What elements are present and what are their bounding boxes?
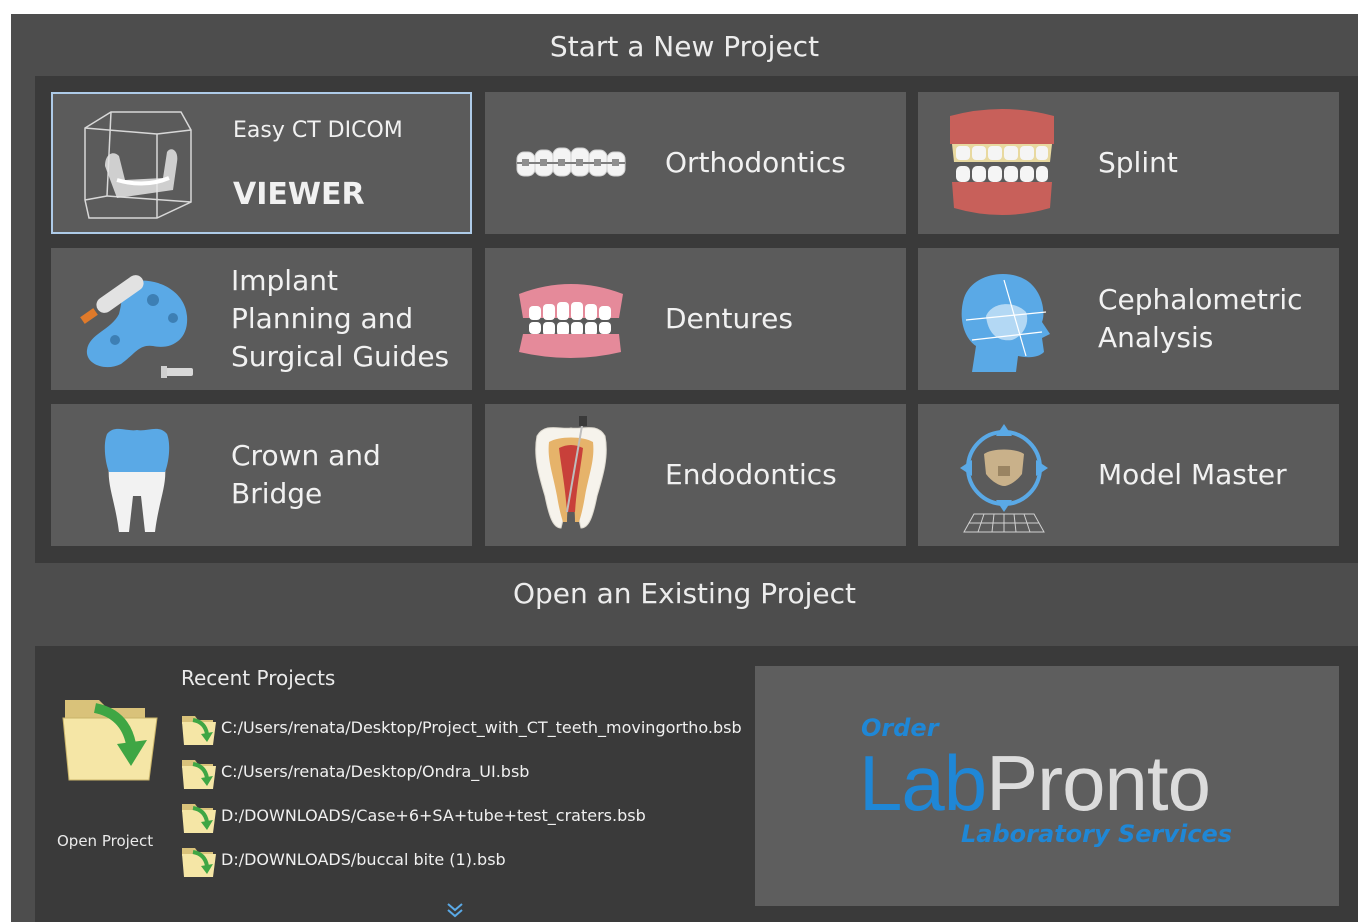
banner-tagline: Laboratory Services (961, 820, 1233, 848)
new-project-tiles: Easy CT DICOM VIEWER Orthodontics Splint… (35, 76, 1358, 563)
endo-tooth-icon (535, 416, 607, 529)
tile-endodontics[interactable]: Endodontics (485, 404, 906, 546)
tile-model-master[interactable]: Model Master (918, 404, 1339, 546)
tile-label: Model Master (1098, 458, 1287, 491)
recent-project-path: D:/DOWNLOADS/Case+6+SA+tube+test_craters… (221, 806, 646, 825)
tile-cephalometric-analysis[interactable]: Cephalometric Analysis (918, 248, 1339, 390)
tile-crown-and-bridge[interactable]: Crown and Bridge (51, 404, 472, 546)
tile-label: Easy CT DICOM VIEWER (233, 118, 403, 212)
dentures-icon (519, 284, 623, 358)
tile-easy-ct-dicom-viewer[interactable]: Easy CT DICOM VIEWER (51, 92, 472, 234)
crown-tooth-icon (104, 428, 170, 532)
tile-label: Crown and Bridge (231, 439, 381, 510)
folder-icon (182, 804, 216, 833)
folder-icon (182, 716, 216, 745)
tile-label: Implant Planning and Surgical Guides (231, 264, 450, 373)
labpronto-banner[interactable]: Order LabPronto Laboratory Services (755, 666, 1339, 906)
splint-jaw-icon (950, 109, 1054, 215)
folder-icon (182, 848, 216, 877)
tile-orthodontics[interactable]: Orthodontics (485, 92, 906, 234)
chevron-down-icon[interactable] (445, 902, 465, 918)
recent-project-path: D:/DOWNLOADS/buccal bite (1).bsb (221, 850, 506, 869)
ct-cube-icon (84, 111, 192, 219)
tile-label: Endodontics (665, 458, 837, 491)
model-master-icon (960, 424, 1048, 533)
tile-label: Dentures (665, 302, 793, 335)
tile-label: Cephalometric Analysis (1098, 283, 1303, 354)
labpronto-logo: LabPronto (859, 739, 1211, 827)
tile-splint[interactable]: Splint (918, 92, 1339, 234)
folder-icon (182, 760, 216, 789)
recent-project-path: C:/Users/renata/Desktop/Ondra_UI.bsb (221, 762, 530, 781)
new-project-title: Start a New Project (549, 30, 820, 63)
recent-projects-title: Recent Projects (181, 666, 336, 690)
open-project-button[interactable]: Open Project (49, 686, 169, 866)
tile-implant-planning[interactable]: Implant Planning and Surgical Guides (51, 248, 472, 390)
tile-dentures[interactable]: Dentures (485, 248, 906, 390)
folder-open-icon (62, 700, 158, 781)
recent-project-path: C:/Users/renata/Desktop/Project_with_CT_… (221, 718, 742, 737)
tile-label: Splint (1098, 146, 1178, 179)
braces-icon (516, 147, 626, 177)
implant-guide-icon (80, 275, 193, 378)
open-project-title: Open an Existing Project (512, 577, 857, 610)
open-project-panel: Open Project Recent Projects C:/Users/re… (35, 646, 1358, 922)
project-start-window: Start a New Project Easy CT DICOM VIEWER (11, 14, 1358, 922)
tile-label: Orthodontics (665, 146, 846, 179)
skull-profile-icon (961, 274, 1050, 372)
open-project-label: Open Project (57, 832, 154, 850)
